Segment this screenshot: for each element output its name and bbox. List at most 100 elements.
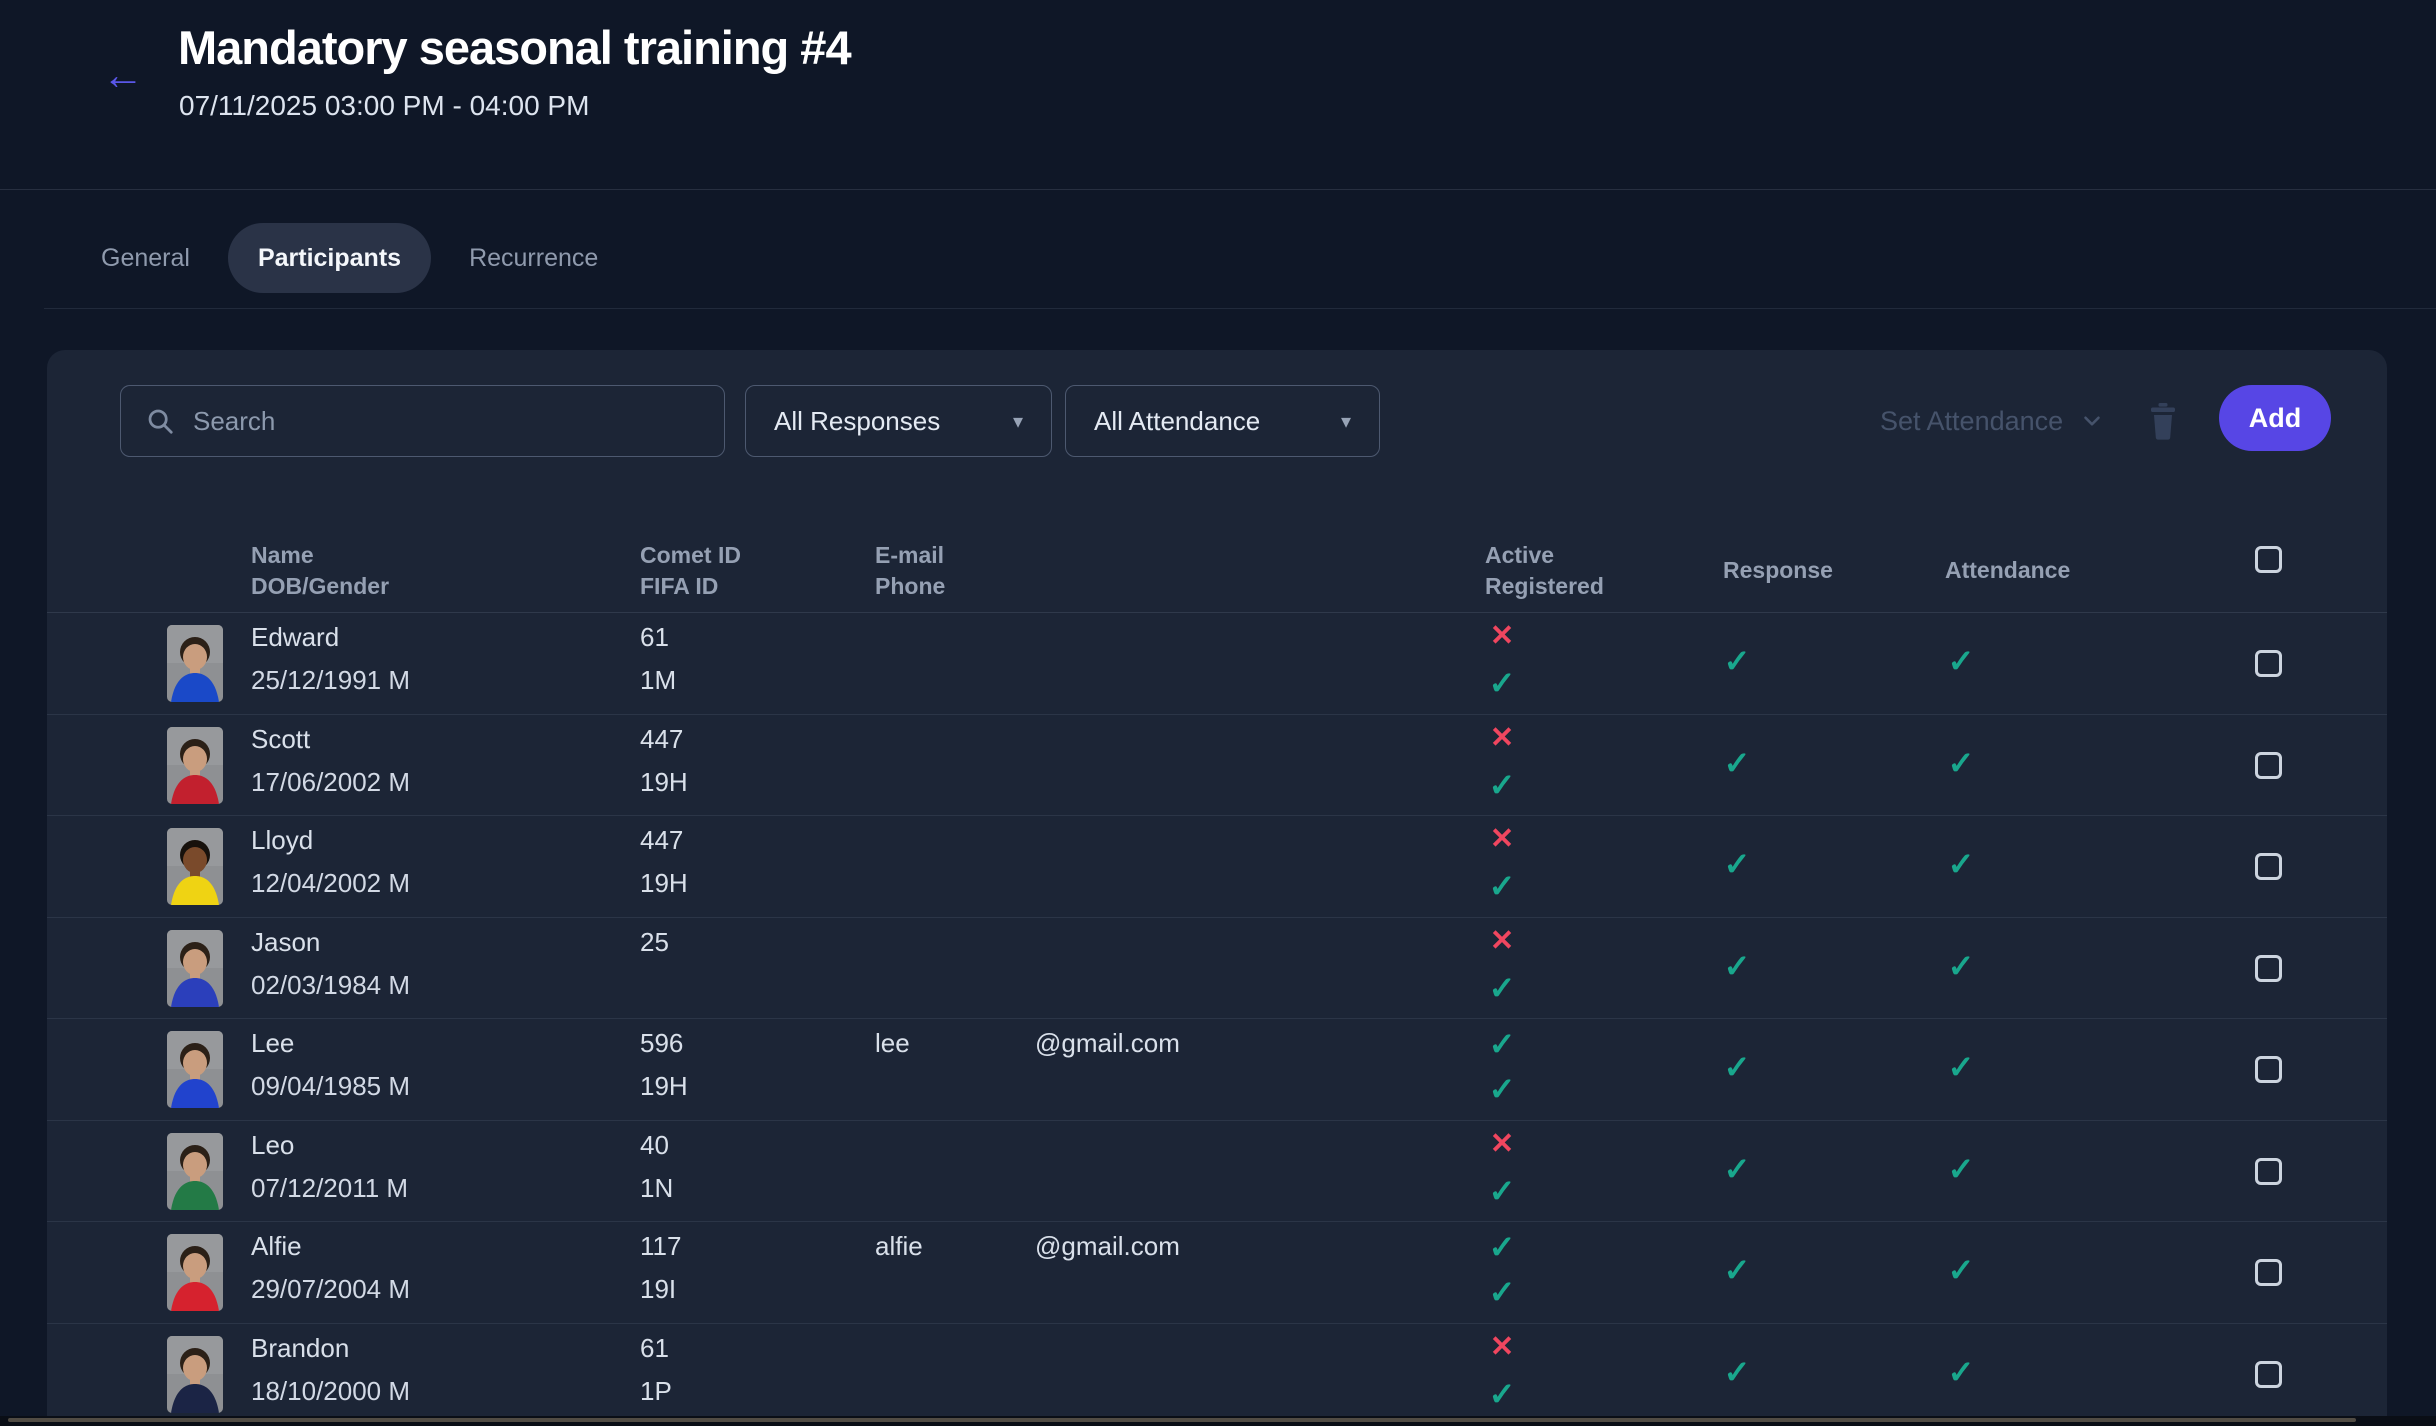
comet-id: 596 <box>640 1028 683 1059</box>
responses-filter-dropdown[interactable]: All Responses ▾ <box>745 385 1052 457</box>
participant-row[interactable]: Alfie 29/07/2004 M 117 19I alfie @gmail.… <box>47 1222 2387 1324</box>
active-status-icon: ✕ <box>1482 1333 1522 1362</box>
comet-id: 447 <box>640 724 683 755</box>
tab-general[interactable]: General <box>101 244 190 273</box>
responses-filter-value: All Responses <box>774 406 940 437</box>
registered-status-icon: ✓ <box>1482 870 1522 902</box>
attendance-filter-value: All Attendance <box>1094 406 1260 437</box>
row-checkbox[interactable] <box>2255 853 2282 880</box>
fifa-id: 1N <box>640 1173 673 1204</box>
row-checkbox[interactable] <box>2255 1361 2282 1388</box>
active-status-icon: ✓ <box>1482 1028 1522 1060</box>
active-status-icon: ✕ <box>1482 927 1522 956</box>
player-name: Leo <box>251 1130 294 1161</box>
fifa-id: 1P <box>640 1376 672 1407</box>
player-dob-gender: 18/10/2000 M <box>251 1376 410 1407</box>
event-datetime: 07/11/2025 03:00 PM - 04:00 PM <box>179 90 589 122</box>
comet-id: 117 <box>640 1231 681 1262</box>
column-header-response: Response <box>1723 555 1833 586</box>
column-header-email: E-mailPhone <box>875 540 945 602</box>
column-header-active-registered: ActiveRegistered <box>1485 540 1604 602</box>
horizontal-scrollbar[interactable] <box>0 1416 2436 1426</box>
player-avatar <box>167 1234 223 1311</box>
active-status-icon: ✕ <box>1482 825 1522 854</box>
column-header-attendance: Attendance <box>1945 555 2070 586</box>
participants-panel: All Responses ▾ All Attendance ▾ Set Att… <box>47 350 2387 1426</box>
registered-status-icon: ✓ <box>1482 1276 1522 1308</box>
comet-id: 61 <box>640 622 669 653</box>
participant-row[interactable]: Edward 25/12/1991 M 61 1M ✕ ✓ ✓ ✓ <box>47 613 2387 715</box>
registered-status-icon: ✓ <box>1482 1073 1522 1105</box>
row-checkbox[interactable] <box>2255 1056 2282 1083</box>
response-status-icon: ✓ <box>1717 645 1757 677</box>
response-status-icon: ✓ <box>1717 1153 1757 1185</box>
search-box <box>120 385 725 457</box>
player-name: Edward <box>251 622 339 653</box>
player-dob-gender: 29/07/2004 M <box>251 1274 410 1305</box>
set-attendance-label: Set Attendance <box>1880 406 2063 437</box>
comet-id: 447 <box>640 825 683 856</box>
participant-row[interactable]: Lee 09/04/1985 M 596 19H lee @gmail.com … <box>47 1019 2387 1121</box>
email-domain: @gmail.com <box>1035 1231 1180 1262</box>
row-checkbox[interactable] <box>2255 955 2282 982</box>
participant-row[interactable]: Brandon 18/10/2000 M 61 1P ✕ ✓ ✓ ✓ <box>47 1324 2387 1426</box>
registered-status-icon: ✓ <box>1482 1378 1522 1410</box>
select-all-checkbox[interactable] <box>2255 546 2282 573</box>
email-domain: @gmail.com <box>1035 1028 1180 1059</box>
active-status-icon: ✕ <box>1482 724 1522 753</box>
back-arrow-icon[interactable]: ← <box>102 54 144 96</box>
row-checkbox[interactable] <box>2255 1158 2282 1185</box>
fifa-id: 19H <box>640 767 688 798</box>
tab-recurrence[interactable]: Recurrence <box>469 244 598 273</box>
player-dob-gender: 09/04/1985 M <box>251 1071 410 1102</box>
player-name: Alfie <box>251 1231 302 1262</box>
row-checkbox[interactable] <box>2255 752 2282 779</box>
player-name: Lloyd <box>251 825 313 856</box>
participant-row[interactable]: Jason 02/03/1984 M 25 ✕ ✓ ✓ ✓ <box>47 918 2387 1020</box>
participant-row[interactable]: Lloyd 12/04/2002 M 447 19H ✕ ✓ ✓ ✓ <box>47 816 2387 918</box>
active-status-icon: ✕ <box>1482 622 1522 651</box>
response-status-icon: ✓ <box>1717 747 1757 779</box>
email-user: alfie <box>875 1231 1035 1262</box>
comet-id: 61 <box>640 1333 669 1364</box>
row-checkbox[interactable] <box>2255 650 2282 677</box>
add-button[interactable]: Add <box>2219 385 2331 451</box>
search-input[interactable] <box>193 406 700 437</box>
active-status-icon: ✓ <box>1482 1231 1522 1263</box>
player-dob-gender: 02/03/1984 M <box>251 970 410 1001</box>
player-name: Lee <box>251 1028 294 1059</box>
player-name: Scott <box>251 724 310 755</box>
player-dob-gender: 25/12/1991 M <box>251 665 410 696</box>
delete-button[interactable] <box>2143 400 2183 444</box>
set-attendance-button[interactable]: Set Attendance <box>1880 385 2105 457</box>
response-status-icon: ✓ <box>1717 1254 1757 1286</box>
tabs-divider <box>44 308 2436 309</box>
attendance-status-icon: ✓ <box>1941 950 1981 982</box>
page-header: ← Mandatory seasonal training #4 07/11/2… <box>0 0 2436 190</box>
player-avatar <box>167 1133 223 1210</box>
player-avatar <box>167 625 223 702</box>
attendance-status-icon: ✓ <box>1941 645 1981 677</box>
row-checkbox[interactable] <box>2255 1259 2282 1286</box>
player-name: Jason <box>251 927 320 958</box>
attendance-status-icon: ✓ <box>1941 848 1981 880</box>
fifa-id: 1M <box>640 665 676 696</box>
caret-down-icon: ▾ <box>1341 409 1351 434</box>
chevron-down-icon <box>2079 408 2105 434</box>
attendance-status-icon: ✓ <box>1941 747 1981 779</box>
scrollbar-thumb[interactable] <box>8 1418 2356 1422</box>
registered-status-icon: ✓ <box>1482 667 1522 699</box>
email-cell: alfie @gmail.com <box>875 1231 1180 1262</box>
tab-bar: General Participants Recurrence <box>101 222 636 294</box>
player-dob-gender: 12/04/2002 M <box>251 868 410 899</box>
table-header: NameDOB/Gender Comet IDFIFA ID E-mailPho… <box>47 532 2387 613</box>
participant-row[interactable]: Leo 07/12/2011 M 40 1N ✕ ✓ ✓ ✓ <box>47 1121 2387 1223</box>
participant-row[interactable]: Scott 17/06/2002 M 447 19H ✕ ✓ ✓ ✓ <box>47 715 2387 817</box>
trash-icon <box>2145 401 2181 441</box>
attendance-filter-dropdown[interactable]: All Attendance ▾ <box>1065 385 1380 457</box>
attendance-status-icon: ✓ <box>1941 1356 1981 1388</box>
player-dob-gender: 07/12/2011 M <box>251 1173 408 1204</box>
attendance-status-icon: ✓ <box>1941 1051 1981 1083</box>
caret-down-icon: ▾ <box>1013 409 1023 434</box>
tab-participants[interactable]: Participants <box>228 223 431 293</box>
